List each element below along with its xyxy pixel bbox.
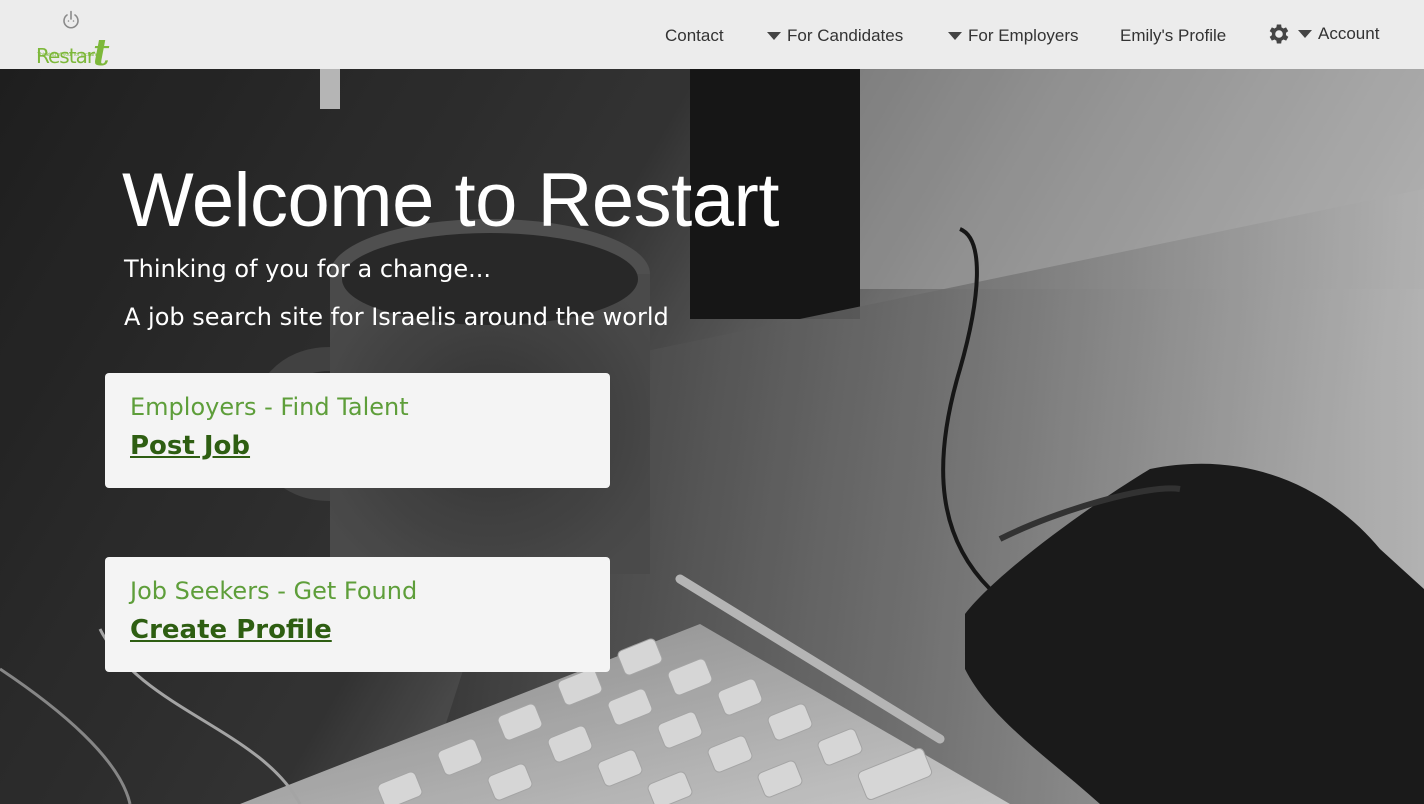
nav-account[interactable]: Account [1266, 21, 1379, 47]
employers-card-heading: Employers - Find Talent [130, 393, 409, 421]
gear-icon [1269, 24, 1289, 44]
caret-down-icon [948, 32, 962, 40]
hero-subtitle-tagline: Thinking of you for a change... [124, 255, 492, 283]
logo-wordmark: Restart [36, 30, 110, 74]
job-seekers-card: Job Seekers - Get Found Create Profile [105, 557, 610, 672]
caret-down-icon [767, 32, 781, 40]
restart-logo[interactable]: Restart Thinking of you, for a change [36, 8, 120, 74]
create-profile-link[interactable]: Create Profile [130, 615, 332, 645]
nav-contact-label: Contact [665, 26, 724, 45]
hero-title: Welcome to Restart [122, 158, 779, 243]
post-job-link[interactable]: Post Job [130, 431, 250, 461]
employers-card: Employers - Find Talent Post Job [105, 373, 610, 488]
hero-section: Welcome to Restart Thinking of you for a… [0, 69, 1424, 804]
hero-subtitle-description: A job search site for Israelis around th… [124, 303, 669, 331]
nav-for-candidates[interactable]: For Candidates [767, 26, 903, 46]
nav-for-employers-label: For Employers [968, 26, 1079, 45]
nav-account-label: Account [1318, 24, 1380, 43]
nav-contact[interactable]: Contact [665, 26, 724, 46]
caret-down-icon [1298, 30, 1312, 38]
nav-profile[interactable]: Emily's Profile [1120, 26, 1226, 46]
nav-profile-label: Emily's Profile [1120, 26, 1227, 45]
nav-for-candidates-label: For Candidates [787, 26, 904, 45]
job-seekers-card-heading: Job Seekers - Get Found [130, 577, 418, 605]
power-icon [63, 10, 79, 29]
top-navbar: Restart Thinking of you, for a change Co… [0, 0, 1424, 74]
nav-for-employers[interactable]: For Employers [948, 26, 1079, 46]
logo-tagline: Thinking of you, for a change [37, 52, 102, 58]
